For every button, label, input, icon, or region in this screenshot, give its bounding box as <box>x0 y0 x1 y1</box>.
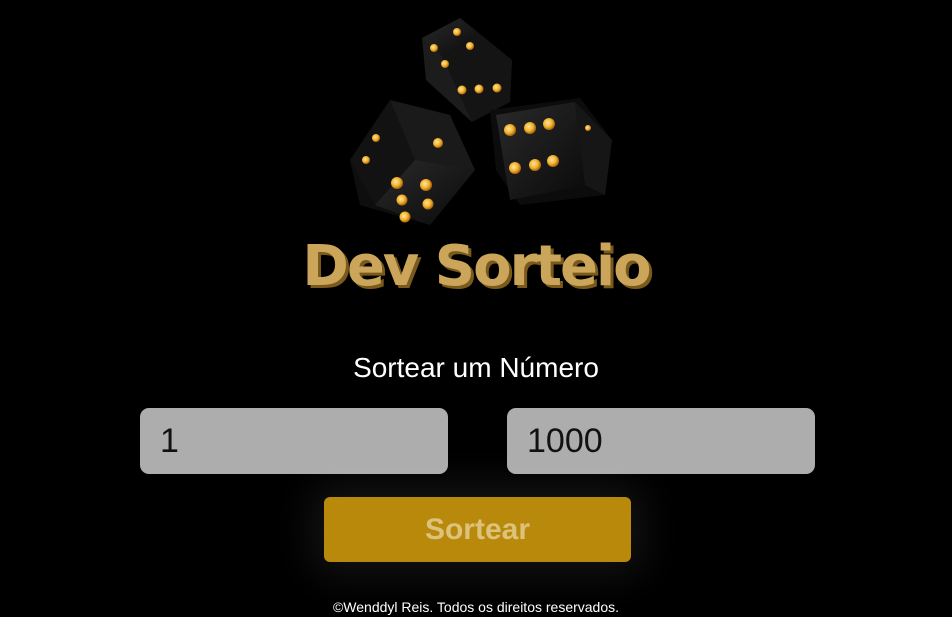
max-number-input[interactable] <box>507 408 815 474</box>
min-number-input[interactable] <box>140 408 448 474</box>
page-subtitle: Sortear um Número <box>353 352 599 383</box>
footer-copyright: ©Wenddyl Reis. Todos os direitos reserva… <box>332 599 620 615</box>
draw-button[interactable]: Sortear <box>324 497 631 562</box>
die-left <box>350 100 475 225</box>
app-logo-title: Dev Sorteio <box>302 234 651 299</box>
die-right <box>490 98 612 205</box>
die-top <box>422 18 512 122</box>
dice-icon <box>350 18 612 225</box>
page: Dev Sorteio Sortear um Número Sortear ©W… <box>0 0 952 617</box>
